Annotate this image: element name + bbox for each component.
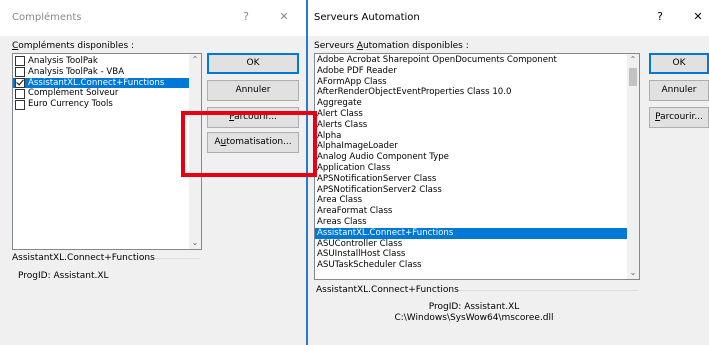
addin-checkbox[interactable] — [15, 77, 25, 88]
addin-details-title: AssistantXL.Connect+Functions — [12, 253, 155, 263]
automation-cancel-button[interactable]: Annuler — [649, 80, 709, 101]
server-list-item[interactable]: Areas Class — [315, 217, 627, 228]
server-list-item[interactable]: Aggregate — [315, 98, 627, 109]
automation-browse-button[interactable]: Parcourir... — [649, 107, 709, 128]
annotation-highlight-box — [181, 111, 317, 177]
addins-dialog-title: Compléments — [12, 12, 82, 23]
server-progid: ProgID: Assistant.XL — [428, 302, 520, 312]
automation-dialog-title: Serveurs Automation — [314, 12, 420, 23]
scrollbar-thumb[interactable] — [629, 68, 637, 86]
available-addins-label: Compléments disponibles : — [12, 41, 135, 51]
server-list-item[interactable]: Area Class — [315, 195, 627, 206]
server-list-item[interactable]: Alert Class — [315, 109, 627, 120]
addin-label: Euro Currency Tools — [28, 99, 113, 110]
server-list-item[interactable]: AreaFormat Class — [315, 206, 627, 217]
server-list-item[interactable]: AlphaImageLoader — [315, 141, 627, 152]
close-icon[interactable]: ✕ — [688, 9, 708, 25]
server-list-item[interactable]: APSNotificationServer Class — [315, 174, 627, 185]
server-list-item[interactable]: ASUInstallHost Class — [315, 249, 627, 260]
help-icon[interactable]: ? — [650, 9, 670, 25]
available-servers-label: Serveurs Automation disponibles : — [314, 41, 469, 51]
scroll-down-icon[interactable]: ⌄ — [189, 237, 201, 249]
addin-checkbox[interactable] — [15, 99, 25, 110]
close-icon[interactable]: ✕ — [274, 9, 294, 25]
server-list-item[interactable]: AfterRenderObjectEventProperties Class 1… — [315, 87, 627, 98]
server-list-item[interactable]: Alpha — [315, 131, 627, 142]
server-dll-path: C:\Windows\SysWow64\mscoree.dll — [394, 313, 554, 323]
addin-checkbox[interactable] — [15, 88, 25, 99]
help-icon[interactable]: ? — [236, 9, 256, 25]
addins-ok-button[interactable]: OK — [207, 53, 299, 74]
server-details-title: AssistantXL.Connect+Functions — [316, 285, 459, 295]
automation-dialog: Serveurs Automation ? ✕ Serveurs Automat… — [306, 0, 709, 345]
server-details-divider — [458, 290, 638, 291]
server-list-item[interactable]: Application Class — [315, 163, 627, 174]
server-list-item[interactable]: AFormApp Class — [315, 77, 627, 88]
servers-list-scrollbar[interactable]: ⌃ ⌄ — [627, 54, 639, 279]
addin-checkbox[interactable] — [15, 56, 25, 67]
scroll-up-icon[interactable]: ⌃ — [627, 54, 639, 66]
addin-label: Analysis ToolPak - VBA — [28, 66, 125, 77]
addin-label: AssistantXL.Connect+Functions — [28, 77, 165, 88]
addins-list[interactable]: Analysis ToolPak Analysis ToolPak - VBA As… — [12, 53, 202, 250]
server-list-item[interactable]: Adobe PDF Reader — [315, 66, 627, 77]
automation-title-bar: Serveurs Automation ? ✕ — [308, 0, 709, 36]
addin-list-item[interactable]: AssistantXL.Connect+Functions — [13, 77, 189, 89]
automation-ok-button[interactable]: OK — [649, 53, 709, 74]
addins-cancel-button[interactable]: Annuler — [207, 80, 299, 101]
addin-list-item[interactable]: Complément Solveur — [13, 88, 189, 99]
addins-title-bar: Compléments ? ✕ — [0, 0, 306, 36]
addin-list-item[interactable]: Euro Currency Tools — [13, 99, 189, 110]
server-list-item[interactable]: Alerts Class — [315, 120, 627, 131]
addin-list-item[interactable]: Analysis ToolPak — [13, 56, 189, 67]
server-list-item[interactable]: Analog Audio Component Type — [315, 152, 627, 163]
scroll-down-icon[interactable]: ⌄ — [627, 267, 639, 279]
server-list-item[interactable]: ASUTaskScheduler Class — [315, 260, 627, 271]
server-list-item[interactable]: ASUController Class — [315, 239, 627, 250]
scroll-up-icon[interactable]: ⌃ — [189, 54, 201, 66]
server-list-item[interactable]: AssistantXL.Connect+Functions — [315, 227, 627, 239]
automation-servers-list[interactable]: Adobe Acrobat Sharepoint OpenDocuments C… — [314, 53, 640, 280]
addin-progid: ProgID: Assistant.XL — [18, 271, 109, 281]
addin-list-item[interactable]: Analysis ToolPak - VBA — [13, 67, 189, 78]
addin-label: Analysis ToolPak — [28, 56, 98, 66]
addin-label: Complément Solveur — [28, 88, 119, 99]
server-list-item[interactable]: Adobe Acrobat Sharepoint OpenDocuments C… — [315, 55, 627, 66]
addin-checkbox[interactable] — [15, 67, 25, 78]
server-list-item[interactable]: APSNotificationServer2 Class — [315, 185, 627, 196]
